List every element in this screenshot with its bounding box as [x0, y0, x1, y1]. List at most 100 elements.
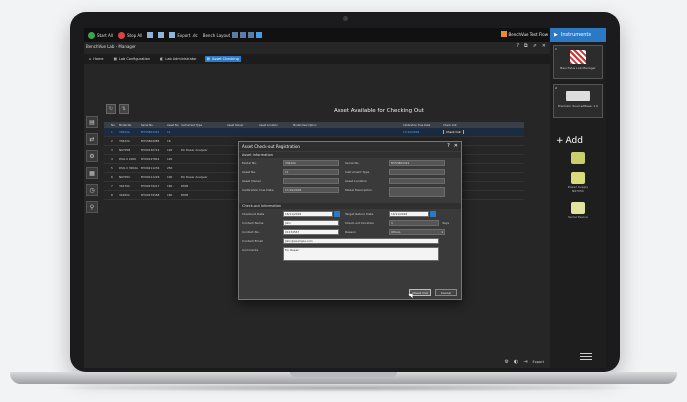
plus-icon: +: [556, 136, 564, 146]
instrument-card-smu[interactable]: 2 Precision Source/Meas. 1.0: [553, 84, 603, 118]
cell-asset: 160: [167, 184, 173, 188]
column-header[interactable]: Model Description: [292, 124, 362, 127]
cell-serial: MY00130714: [141, 148, 160, 152]
main-window: BenchVue Lab - Manager ? ⧉ ⇗ ✕ ⌂ Home ▦ La…: [84, 42, 550, 368]
qr-icon: [570, 50, 586, 64]
row-checkout-button[interactable]: Check Out: [443, 130, 464, 134]
nav-asset-checking-label: Asset Checking: [211, 57, 239, 61]
column-header[interactable]: Check Out: [442, 124, 466, 127]
cell-model: 33622A: [119, 139, 130, 143]
contact-name-input[interactable]: John: [283, 220, 339, 226]
start-all-button[interactable]: Start All: [88, 31, 113, 39]
email-input[interactable]: John@example.com: [283, 238, 439, 244]
cal-due-label: Calibration Due Date: [242, 188, 274, 192]
calendar-icon[interactable]: ▦: [86, 167, 98, 179]
chart-button[interactable]: [147, 32, 154, 38]
cell-type: DC Power Analyzer: [181, 175, 208, 179]
help-icon[interactable]: ?: [516, 43, 519, 49]
test-flow-icon: [500, 31, 507, 37]
cell-model: 33622A: [119, 130, 130, 134]
asset-list-icon[interactable]: ▤: [86, 116, 98, 128]
add-instrument-button[interactable]: + Add: [556, 136, 583, 146]
power-supply-icon: [571, 172, 585, 184]
return-date-label: Target Return Date: [345, 212, 374, 216]
table-row[interactable]: 1 33622A MY53801321 11 17/10/2018 Check Out: [104, 128, 524, 137]
contact-name-label: Contact Name: [242, 221, 264, 225]
column-header[interactable]: Instrument Type: [180, 124, 226, 127]
stop-all-button[interactable]: Stop All: [118, 31, 143, 39]
reason-select[interactable]: Others ▾: [389, 229, 445, 235]
filter-button[interactable]: ⇅: [119, 104, 129, 114]
instrument-card-lab-manager[interactable]: 1 BenchVue Lab Manager: [553, 45, 603, 79]
cell-no: 7: [111, 184, 113, 188]
checkout-date-input[interactable]: 16/11/2018: [283, 211, 333, 217]
nav-lab-configuration[interactable]: ▦ Lab Configuration: [112, 56, 152, 62]
left-toolbar: ▤ ⇄ ⚙ ▦ ◷ ⚲: [86, 116, 100, 213]
calendar-icon[interactable]: [430, 211, 436, 217]
bench-layout-button[interactable]: Bench Layout: [202, 32, 263, 38]
layout-icon: [248, 32, 255, 38]
help-icon[interactable]: ?: [447, 143, 450, 149]
add-device-icon[interactable]: [553, 152, 603, 165]
cell-asset: 120: [167, 148, 173, 152]
column-header[interactable]: No.: [110, 124, 118, 127]
column-header[interactable]: Asset No.: [166, 124, 180, 127]
refresh-button[interactable]: ↻: [106, 104, 116, 114]
action-cell: Check Out: [442, 130, 466, 134]
stop-all-label: Stop All: [127, 32, 143, 38]
test-flow-button[interactable]: BenchVue Test Flow: [500, 31, 549, 37]
bench-layout-label: Bench Layout: [202, 32, 231, 38]
card-badge: 2: [555, 86, 557, 90]
cell-serial: MY53801321: [141, 130, 160, 134]
power-supply-item[interactable]: Power Supply N6705C: [553, 172, 603, 193]
checking-icon: ▤: [206, 57, 210, 61]
info-icon[interactable]: ◐: [514, 359, 518, 365]
model-field: 33622A: [283, 160, 339, 166]
cell-asset: 120: [167, 157, 173, 161]
popout-icon[interactable]: ⇗: [533, 43, 537, 49]
nav-asset-checking[interactable]: ▤ Asset Checking: [204, 56, 241, 62]
column-header[interactable]: Asset Location: [258, 124, 292, 127]
stop-icon: [118, 31, 126, 39]
type-label: Instrument Type: [345, 170, 370, 174]
nav-bar: ⌂ Home ▦ Lab Configuration ◧ Lab Administra…: [84, 54, 550, 64]
cell-type: DC Power Analyzer: [181, 148, 208, 152]
close-icon[interactable]: ✕: [542, 43, 546, 49]
cell-model: 34470A: [119, 184, 130, 188]
nav-home[interactable]: ⌂ Home: [87, 56, 106, 62]
top-toolbar: Start All Stop All Export .dc Bench Layo…: [84, 28, 606, 42]
return-date-input[interactable]: 19/11/2018: [389, 211, 429, 217]
column-header[interactable]: Asset Owner: [226, 124, 258, 127]
export-bottom-label[interactable]: Export: [533, 360, 544, 364]
gear-icon[interactable]: ⚙: [504, 359, 508, 365]
test-flow-label: BenchVue Test Flow: [508, 31, 549, 37]
export-button[interactable]: Export .dc: [169, 32, 198, 38]
settings-icon[interactable]: ⚙: [86, 150, 98, 162]
cell-model: 34465A: [119, 193, 130, 197]
cancel-button[interactable]: Cancel: [435, 289, 457, 296]
contact-no-label: Contact No.: [242, 230, 260, 234]
checkout-date-label: Checkout Date: [242, 212, 265, 216]
history-icon[interactable]: ◷: [86, 184, 98, 196]
cell-asset: 18: [167, 139, 171, 143]
serial-device-item[interactable]: Serial Device: [553, 202, 603, 219]
cell-no: 8: [111, 193, 113, 197]
folder-button[interactable]: [158, 32, 165, 38]
calendar-icon[interactable]: [334, 211, 340, 217]
checkout-icon[interactable]: ⇄: [86, 133, 98, 145]
column-header[interactable]: Model No.: [118, 124, 140, 127]
asset-no-label: Asset No.: [242, 170, 257, 174]
menu-icon[interactable]: [580, 351, 592, 362]
column-header[interactable]: Serial No.: [140, 124, 166, 127]
location-field: [389, 178, 445, 184]
column-header[interactable]: Calibration Due Date: [402, 124, 442, 127]
comments-input[interactable]: For Repair: [283, 247, 439, 261]
search-icon[interactable]: ⚲: [86, 201, 98, 213]
export-icon[interactable]: ⇥: [523, 359, 527, 365]
close-icon[interactable]: ✕: [454, 143, 458, 149]
cell-model: N6705B: [119, 148, 131, 152]
nav-lab-administrator[interactable]: ◧ Lab Administrator: [158, 56, 199, 62]
contact-no-input[interactable]: 01234567: [283, 229, 339, 235]
instruments-tab[interactable]: ▶ Instruments: [550, 28, 606, 42]
restore-icon[interactable]: ⧉: [524, 43, 528, 49]
